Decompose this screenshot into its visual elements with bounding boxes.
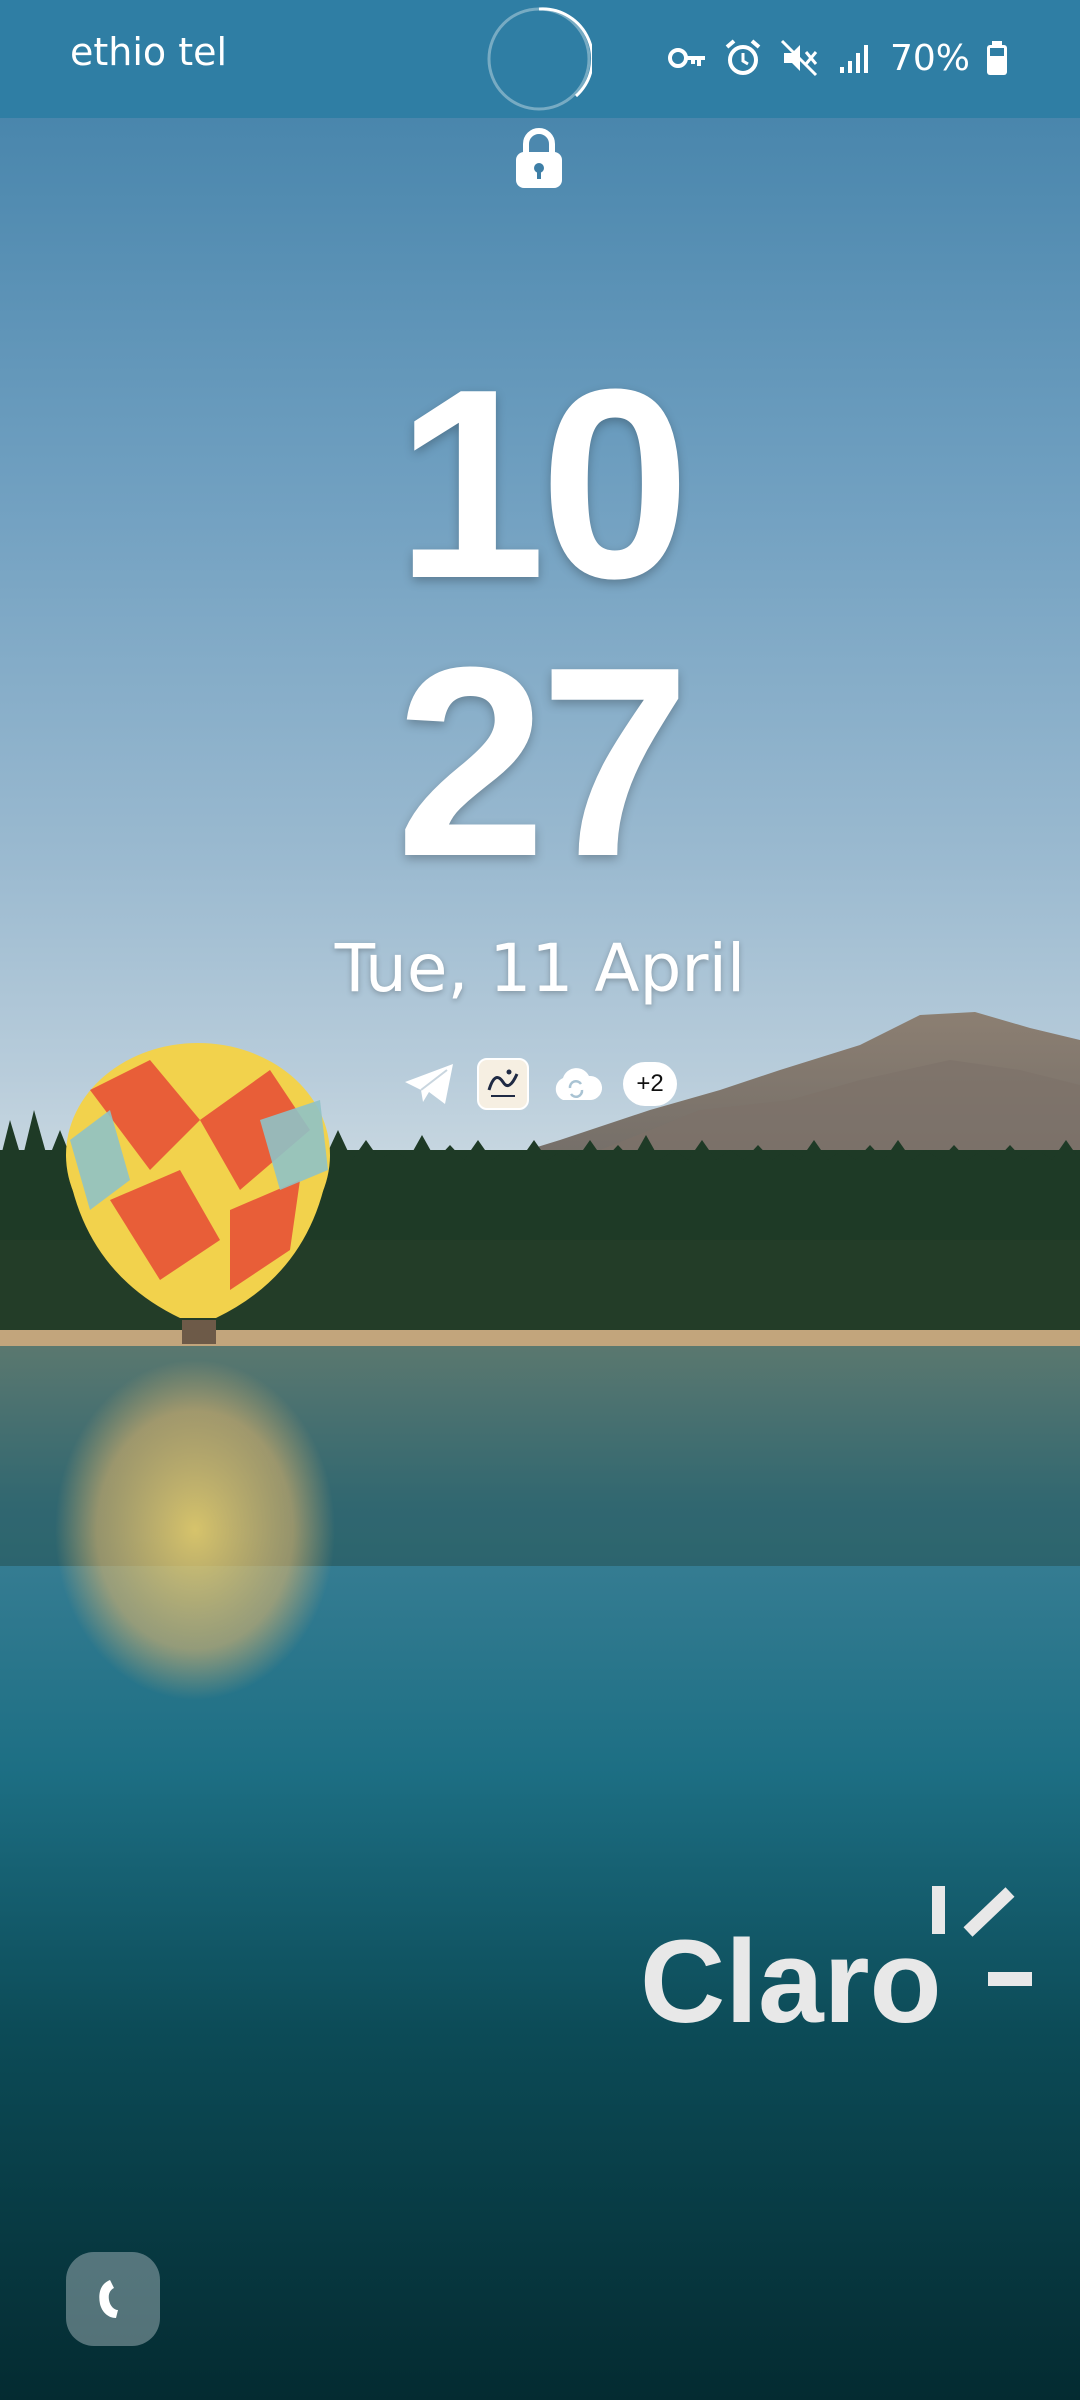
cloud-sync-icon[interactable]	[549, 1064, 603, 1104]
date-text: Tue, 11 April	[334, 930, 746, 1007]
battery-icon	[987, 41, 1007, 75]
lock-screen: ethio tel 70% 10 27 Tue, 11 April +2 Cla…	[0, 0, 1080, 2400]
clock-hour: 10	[395, 334, 690, 635]
notification-icons[interactable]: +2	[0, 1058, 1080, 1110]
carrier-name: ethio tel	[70, 30, 228, 74]
claro-logo: Claro	[640, 1886, 1032, 2030]
signal-icon	[839, 45, 868, 73]
claro-logo-text: Claro	[640, 1916, 942, 2030]
lock-icon[interactable]	[512, 124, 566, 192]
battery-percentage: 70%	[889, 37, 970, 79]
mute-icon	[780, 39, 818, 77]
status-bar: ethio tel 70%	[0, 0, 1080, 118]
camera-cutout-icon	[487, 7, 592, 111]
vpn-key-icon	[667, 48, 705, 68]
clock-minute: 27	[395, 612, 690, 913]
app-icon[interactable]	[477, 1058, 529, 1110]
more-notifications-badge[interactable]: +2	[623, 1062, 677, 1106]
status-icons: 70%	[666, 34, 1010, 82]
alarm-icon	[725, 39, 761, 75]
telegram-icon[interactable]	[403, 1062, 457, 1106]
phone-icon	[99, 2280, 118, 2318]
phone-shortcut-button[interactable]	[66, 2252, 160, 2346]
